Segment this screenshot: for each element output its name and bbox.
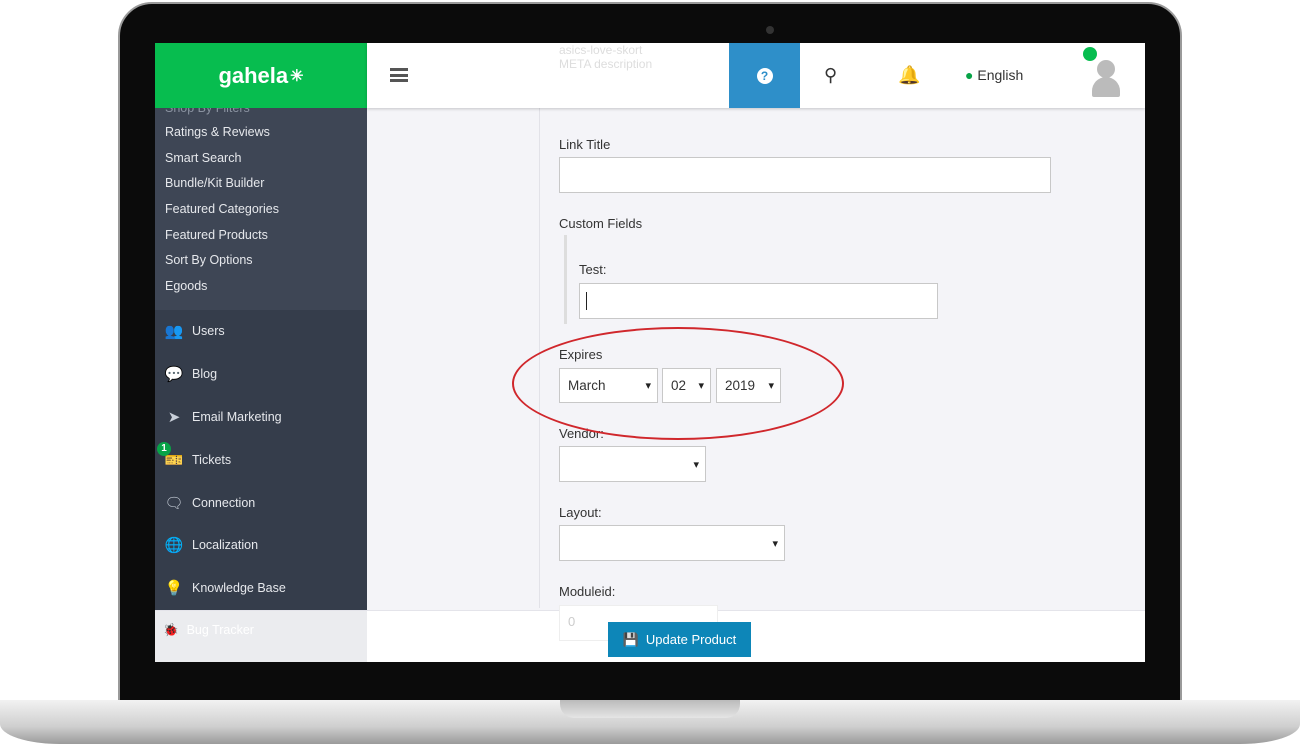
globe-icon: ● (965, 67, 974, 83)
submenu-item[interactable]: Featured Products (155, 223, 367, 249)
status-indicator (1083, 47, 1097, 61)
sidebar-item-label: Localization (192, 538, 259, 553)
sidebar-item-label: Blog (192, 367, 218, 382)
bell-icon[interactable]: 🔔 (898, 65, 920, 86)
sidebar-item-label: Email Marketing (192, 409, 282, 424)
user-avatar[interactable] (1083, 47, 1120, 99)
sidebar-item-email-marketing[interactable]: ➤ Email Marketing (155, 396, 367, 439)
moduleid-label: Moduleid: (559, 584, 616, 599)
logo-text: gahela (218, 62, 289, 88)
camera (766, 26, 774, 34)
save-icon: 💾 (622, 631, 639, 647)
language-selector[interactable]: ● English (965, 67, 1023, 83)
help-button[interactable]: ? (729, 43, 800, 108)
action-bar: 🐞 Bug Tracker 0 💾 Update Product (155, 605, 1145, 662)
vendor-select[interactable] (559, 446, 706, 482)
sidebar: Shop By Filters Ratings & Reviews Smart … (155, 108, 367, 610)
sidebar-item-label: Bug Tracker (186, 623, 254, 637)
comment-icon: 💬 (164, 366, 184, 384)
top-header: asics-love-skort META description ? ⚲ 🔔 ●… (367, 43, 1145, 108)
sidebar-item-connection[interactable]: 🗨 Connection (155, 481, 367, 524)
layout-label: Layout: (559, 505, 602, 520)
laptop-notch (560, 700, 740, 718)
custom-fields-group: Test: (564, 235, 938, 324)
sidebar-item-tickets[interactable]: 1 🎫 Tickets (155, 438, 367, 481)
submenu-item[interactable]: Featured Categories (155, 197, 367, 223)
link-title-label: Link Title (559, 137, 611, 152)
language-label: English (977, 67, 1024, 83)
link-title-input[interactable] (559, 157, 1051, 193)
submenu-item[interactable]: Egoods (155, 274, 367, 300)
paper-plane-icon: ➤ (167, 408, 181, 426)
users-icon: 👥 (164, 323, 184, 341)
bug-icon: 🐞 (163, 623, 179, 637)
sidebar-item-knowledge-base[interactable]: 💡 Knowledge Base (155, 567, 367, 610)
comments-icon: 🗨 (164, 494, 184, 512)
update-product-button[interactable]: 💾 Update Product (608, 622, 751, 657)
ghost-text: asics-love-skort META description (559, 43, 653, 71)
submenu-item[interactable]: Bundle/Kit Builder (155, 171, 367, 197)
sidebar-item-bug-tracker[interactable]: 🐞 Bug Tracker (155, 611, 367, 662)
custom-fields-label: Custom Fields (559, 216, 643, 231)
submenu-item[interactable]: Ratings & Reviews (155, 120, 367, 146)
submenu-item[interactable]: Shop By Filters (155, 108, 367, 120)
test-input[interactable] (579, 283, 938, 319)
submenu-item[interactable]: Smart Search (155, 146, 367, 172)
sidebar-nav: 👥 Users 💬 Blog ➤ Email Marketing 1 🎫 Tickets … (155, 310, 367, 610)
sidebar-item-blog[interactable]: 💬 Blog (155, 353, 367, 396)
question-circle-icon: ? (756, 67, 773, 84)
update-product-label: Update Product (645, 632, 737, 647)
globe-icon: 🌐 (164, 537, 184, 555)
sidebar-item-label: Connection (192, 495, 256, 510)
test-label: Test: (579, 262, 607, 277)
lightbulb-icon: 💡 (164, 580, 184, 598)
sidebar-item-label: Knowledge Base (192, 581, 286, 596)
sidebar-item-label: Users (192, 324, 225, 339)
layout-select[interactable] (559, 525, 785, 561)
sidebar-item-users[interactable]: 👥 Users (155, 310, 367, 353)
submenu-item[interactable]: Sort By Options (155, 248, 367, 274)
sidebar-item-label: Tickets (192, 452, 232, 467)
search-icon[interactable]: ⚲ (824, 65, 837, 86)
annotation-circle (512, 327, 844, 440)
sidebar-item-localization[interactable]: 🌐 Localization (155, 524, 367, 567)
menu-toggle-icon[interactable] (390, 68, 408, 82)
sidebar-submenu: Shop By Filters Ratings & Reviews Smart … (155, 108, 367, 310)
leaf-icon: ✳ (290, 67, 304, 85)
logo[interactable]: gahela ✳ (155, 43, 367, 108)
